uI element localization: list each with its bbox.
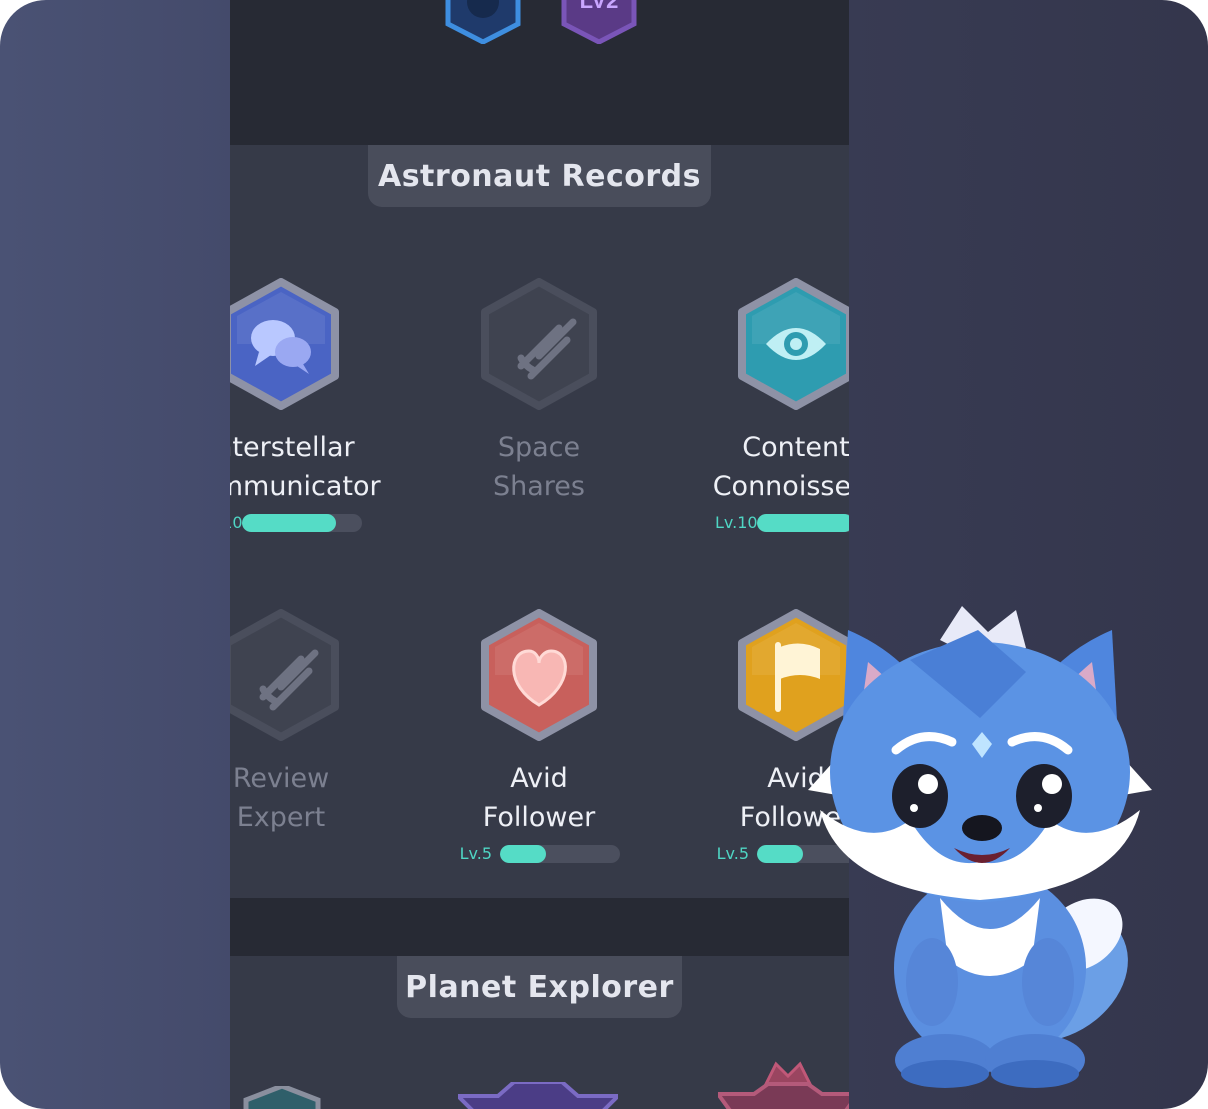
chat-bubbles-icon (230, 278, 341, 410)
badge-level-label: Lv.10 (230, 513, 243, 532)
fox-mascot-image (808, 606, 1152, 1088)
app-frame: LV2 Astronaut Records InterstellarCommun… (0, 0, 1208, 1109)
planet-explorer-title: Planet Explorer (397, 956, 682, 1018)
badge-name: Content Connoisseur (636, 428, 849, 506)
badge-name-line2: Connoisseur (712, 471, 849, 502)
achievement-badge[interactable]: Content Connoisseur Lv.10 (636, 278, 849, 558)
badge-level-label: Lv.10 (715, 513, 758, 532)
badge-level-label: Lv.5 (459, 844, 492, 863)
badge-progress-bar (757, 513, 849, 532)
share-icon (479, 278, 599, 410)
badge-name-line1: Content (742, 432, 849, 463)
eye-icon (736, 278, 849, 410)
phone-screen: LV2 Astronaut Records InterstellarCommun… (230, 0, 849, 1109)
profile-header-band: LV2 (230, 0, 849, 145)
level-badge-icon[interactable]: LV2 (560, 0, 638, 44)
badge-progress-fill (757, 513, 849, 532)
badge-progress-bar (242, 513, 362, 532)
heart-icon (479, 609, 599, 741)
space-badge-icon[interactable] (444, 0, 522, 44)
share-icon (230, 609, 341, 741)
wing-badge-icon[interactable] (458, 1082, 618, 1109)
badge-progress-fill (242, 513, 336, 532)
astronaut-records-title: Astronaut Records (368, 145, 711, 207)
badge-level-row: Lv.10 (636, 513, 849, 532)
badge-level-label: Lv.5 (716, 844, 749, 863)
badge-progress-bar (500, 844, 620, 863)
badge-progress-fill (500, 844, 546, 863)
svg-text:LV2: LV2 (580, 0, 619, 13)
section-divider (230, 898, 849, 956)
planet-badge-icon[interactable] (242, 1086, 322, 1109)
